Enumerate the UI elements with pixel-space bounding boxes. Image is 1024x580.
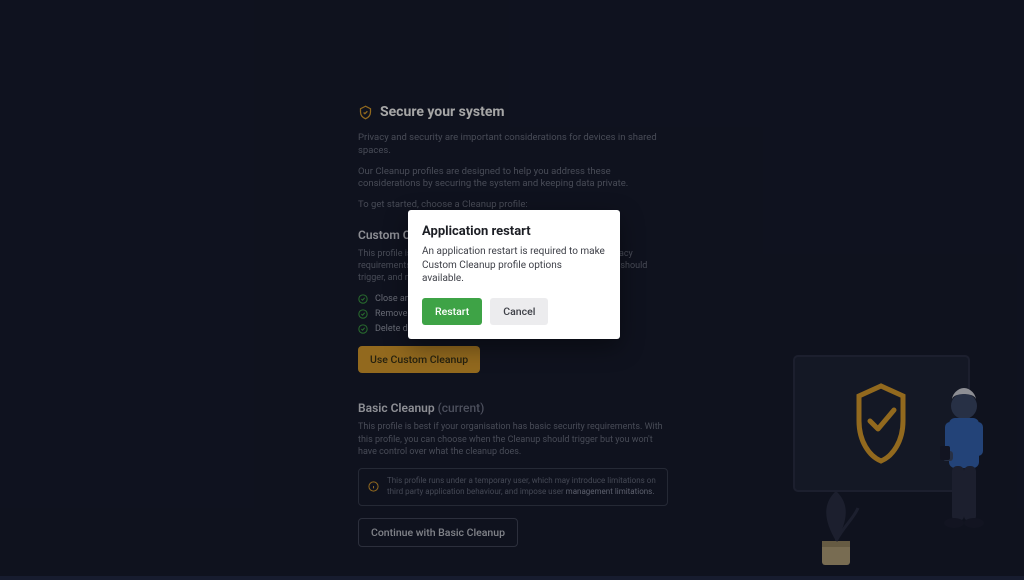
- cancel-button[interactable]: Cancel: [490, 298, 548, 325]
- modal-title: Application restart: [422, 224, 606, 239]
- modal-body: An application restart is required to ma…: [422, 245, 606, 286]
- restart-button[interactable]: Restart: [422, 298, 482, 325]
- restart-modal: Application restart An application resta…: [408, 210, 620, 339]
- modal-actions: Restart Cancel: [422, 298, 606, 325]
